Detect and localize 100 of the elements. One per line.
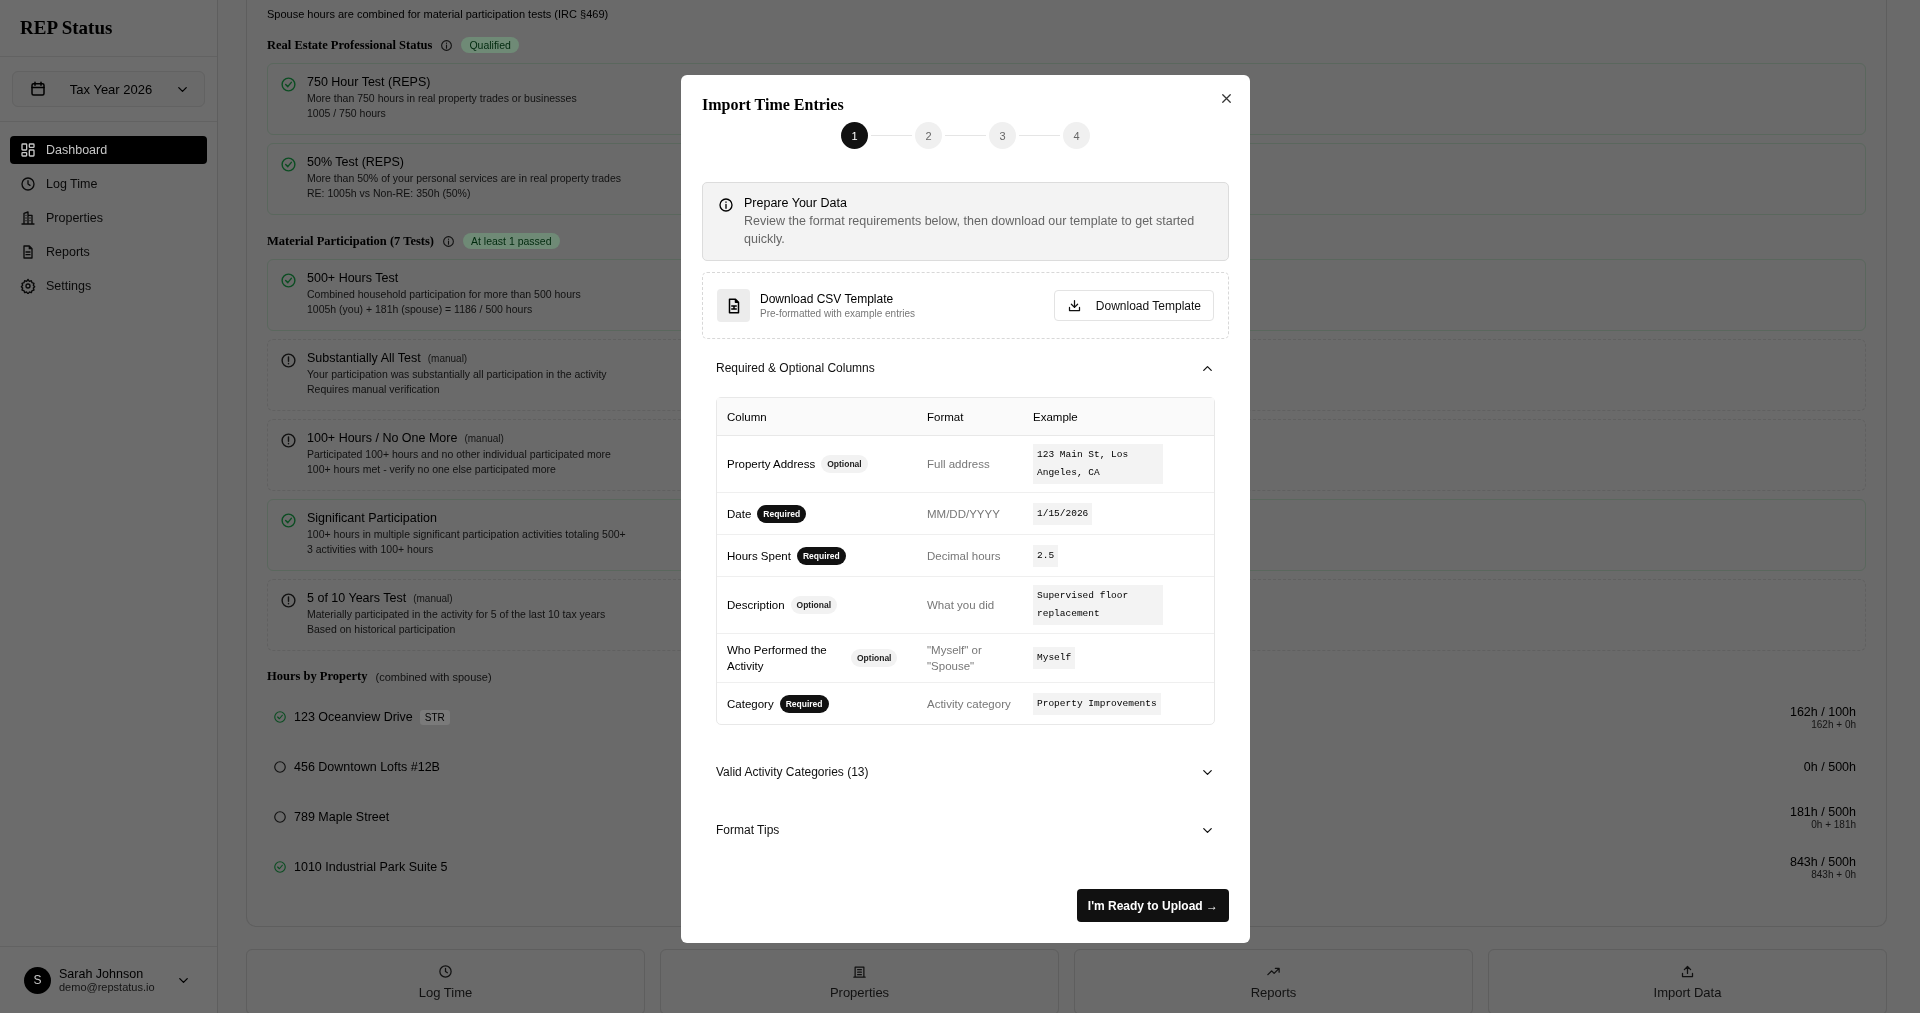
template-title: Download CSV Template [760, 292, 895, 306]
test-title: Significant Participation [307, 511, 437, 525]
test-description: More than 50% of your personal services are in real property trades [307, 172, 621, 184]
info-icon [718, 197, 734, 213]
manual-label: (manual) [413, 593, 453, 604]
note-text: Spouse hours are combined for material participation tests (IRC §469) [267, 8, 610, 20]
manual-label: (manual) [464, 433, 504, 444]
quick-action-button[interactable]: Import Data [1488, 949, 1887, 1013]
nav-item[interactable]: Settings [10, 272, 207, 300]
requirement-badge: Optional [790, 596, 837, 615]
test-title: 100+ Hours / No One More [307, 431, 458, 445]
requirement-badge: Required [757, 504, 807, 523]
hours-total: 843h / 500h [1789, 854, 1856, 869]
example-code: Supervised floor replacement [1033, 585, 1163, 626]
column-name: Description [727, 598, 785, 614]
manual-label: (manual) [427, 353, 468, 364]
test-detail: Based on historical participation [307, 623, 457, 635]
status-badge: At least 1 passed [463, 233, 560, 249]
spreadsheet-file-icon [717, 289, 750, 322]
hours-total: 162h / 100h [1789, 704, 1856, 719]
test-detail: 3 activities with 100+ hours [307, 543, 435, 555]
download-icon [1066, 298, 1082, 313]
hours-breakdown: 843h + 0h [1811, 868, 1856, 880]
nav-item[interactable]: Reports [10, 238, 207, 266]
accordion-header[interactable]: Valid Activity Categories (13) [716, 743, 1215, 802]
column-header: Format [917, 398, 1023, 436]
user-email: demo@repstatus.io [59, 981, 156, 993]
user-name: Sarah Johnson [59, 967, 145, 981]
test-detail: RE: 1005h vs Non-RE: 350h (50%) [307, 187, 472, 199]
format-text: Activity category [927, 697, 1011, 710]
section-subtitle: (combined with spouse) [375, 670, 492, 683]
step-indicator: 4 [1063, 122, 1090, 149]
info-icon[interactable] [440, 38, 454, 52]
building-icon [852, 964, 867, 979]
section-heading: Hours by Property [267, 669, 368, 684]
test-description: Materially participated in the activity for 5 of the last 10 tax years [307, 608, 606, 620]
requirement-badge: Required [779, 694, 829, 713]
property-name: 1010 Industrial Park Suite 5 [294, 860, 448, 874]
clock-icon [438, 964, 453, 979]
format-text: "Myself" or "Spouse" [927, 644, 982, 673]
step-indicator: 3 [989, 122, 1016, 149]
template-subtitle: Pre-formatted with example entries [760, 308, 917, 319]
nav-item[interactable]: Dashboard [10, 136, 207, 164]
column-name: Who Performed the Activity [727, 643, 828, 675]
test-detail: 1005h (you) + 181h (spouse) = 1186 / 500 hours [307, 303, 534, 315]
document-icon [20, 244, 36, 260]
test-title: 500+ Hours Test [307, 271, 399, 285]
column-name: Category [727, 696, 774, 712]
test-detail: Requires manual verification [307, 383, 441, 395]
status-badge: Qualified [461, 37, 519, 53]
column-name: Hours Spent [727, 548, 791, 564]
column-header: Example [1023, 398, 1214, 436]
ready-to-upload-button[interactable]: I'm Ready to Upload → [1076, 889, 1229, 922]
hours-total: 181h / 500h [1789, 804, 1856, 819]
accordion-header[interactable]: Required & Optional Columns [716, 339, 1215, 397]
test-description: Your participation was substantially all participation in the activity [307, 368, 607, 380]
example-code: 123 Main St, Los Angeles, CA [1033, 444, 1163, 485]
property-name: 789 Maple Street [294, 810, 390, 824]
test-title: 50% Test (REPS) [307, 155, 405, 169]
format-text: Full address [927, 458, 990, 470]
requirement-badge: Optional [851, 649, 898, 668]
quick-action-button[interactable]: Reports [1074, 949, 1473, 1013]
column-header: Column [717, 398, 917, 436]
test-description: More than 750 hours in real property trades or businesses [307, 92, 577, 104]
tax-year-select[interactable]: Tax Year 2026 [12, 71, 205, 107]
nav-item[interactable]: Properties [10, 204, 207, 232]
hours-breakdown: 0h + 181h [1811, 818, 1856, 830]
section-heading: Material Participation (7 Tests) [267, 233, 434, 249]
calendar-icon [29, 80, 47, 98]
close-icon [1219, 91, 1234, 106]
example-code: Property Improvements [1033, 692, 1161, 715]
dialog-title: Import Time Entries [702, 96, 845, 114]
user-avatar: S [24, 966, 51, 994]
test-title: 750 Hour Test (REPS) [307, 75, 431, 89]
property-name: 456 Downtown Lofts #12B [294, 760, 440, 774]
test-title: 5 of 10 Years Test [307, 591, 407, 605]
hours-breakdown: 162h + 0h [1811, 718, 1856, 730]
building-icon [20, 210, 36, 226]
quick-action-button[interactable]: Log Time [246, 949, 645, 1013]
test-title: Substantially All Test [307, 351, 421, 365]
format-text: Decimal hours [927, 549, 1001, 562]
info-text: Review the format requirements below, then download our template to get started quickly. [744, 213, 1196, 248]
info-icon[interactable] [442, 234, 455, 248]
quick-action-button[interactable]: Properties [660, 949, 1059, 1013]
nav-item[interactable]: Log Time [10, 170, 207, 198]
grid-icon [20, 142, 36, 158]
download-template-button[interactable]: Download Template [1053, 290, 1214, 321]
example-code: Myself [1033, 647, 1076, 670]
format-text: What you did [927, 599, 995, 612]
accordion-header[interactable]: Format Tips [716, 801, 1215, 860]
test-detail: 100+ hours met - verify no one else participated more [307, 463, 557, 475]
gear-icon [20, 278, 36, 294]
section-heading: Real Estate Professional Status [267, 37, 433, 53]
step-indicator: 1 [841, 122, 868, 149]
property-tag: STR [419, 709, 450, 725]
test-description: Combined household participation for more than 500 hours [307, 288, 581, 300]
requirement-badge: Required [796, 546, 846, 565]
column-name: Property Address [727, 457, 816, 472]
test-detail: 1005 / 750 hours [307, 107, 387, 119]
upload-icon [1680, 964, 1695, 979]
